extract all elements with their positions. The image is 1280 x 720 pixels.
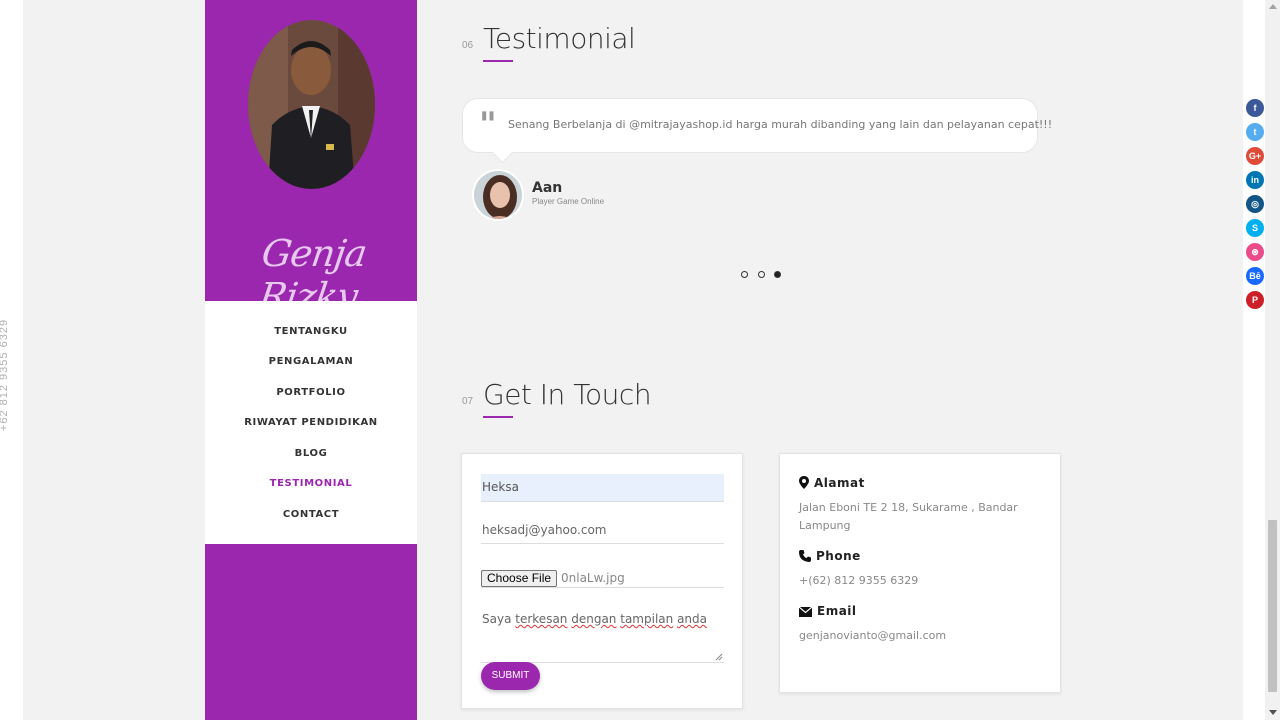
message-word: tampilan [620, 612, 674, 626]
email-heading: Email [798, 604, 857, 618]
profile-photo [248, 20, 375, 189]
section-number: 06 [462, 40, 474, 51]
nav-item-riwayat-pendidikan[interactable]: RIWAYAT PENDIDIKAN [205, 417, 417, 428]
carousel-dot-3[interactable] [774, 271, 781, 278]
address-text: Jalan Eboni TE 2 18, Sukarame , Bandar L… [799, 501, 1018, 532]
testimonial-quote-box: " Senang Berbelanja di @mitrajayashop.id… [462, 98, 1052, 153]
contact-form: Heksa heksadj@yahoo.com Choose File 0nla… [461, 453, 743, 709]
google-plus-icon[interactable]: G+ [1246, 147, 1264, 165]
nav-item-pengalaman[interactable]: PENGALAMAN [205, 356, 417, 367]
testimonial-author: Aan [532, 180, 563, 196]
phone-heading: Phone [799, 549, 861, 563]
envelope-icon [798, 606, 813, 617]
file-name: 0nlaLw.jpg [561, 571, 625, 585]
section-underline [483, 60, 513, 62]
dribbble-icon[interactable]: ⊛ [1246, 243, 1264, 261]
skype-icon[interactable]: S [1246, 219, 1264, 237]
scroll-up-arrow-icon[interactable] [1269, 4, 1277, 9]
twitter-icon[interactable]: t [1246, 123, 1264, 141]
address-heading: Alamat [799, 476, 865, 490]
message-word: dengan [571, 612, 617, 626]
sidebar: Genja Rizky TENTANGKU PENGALAMAN PORTFOL… [205, 0, 417, 720]
phone-label: Phone [816, 549, 861, 563]
map-marker-icon [799, 476, 809, 489]
nav-item-portfolio[interactable]: PORTFOLIO [205, 387, 417, 398]
email-input[interactable]: heksadj@yahoo.com [481, 518, 724, 544]
submit-button[interactable]: SUBMIT [481, 662, 540, 690]
scroll-thumb[interactable] [1268, 520, 1277, 692]
testimonial-avatar [472, 169, 524, 221]
phone-icon [799, 550, 811, 562]
testimonial-role: Player Game Online [532, 197, 605, 206]
section-title-testimonial: Testimonial [483, 22, 636, 55]
choose-file-button[interactable]: Choose File [481, 570, 558, 587]
carousel-dot-2[interactable] [758, 271, 765, 278]
message-word: Saya [482, 612, 512, 626]
page-scrollbar[interactable] [1265, 0, 1280, 720]
address-label: Alamat [814, 476, 865, 490]
section-title-contact: Get In Touch [483, 378, 652, 411]
main-nav: TENTANGKU PENGALAMAN PORTFOLIO RIWAYAT P… [205, 301, 417, 544]
nav-item-tentangku[interactable]: TENTANGKU [205, 326, 417, 337]
profile-header: Genja Rizky [205, 0, 417, 318]
nav-item-contact[interactable]: CONTACT [205, 509, 417, 520]
contact-info-card: Alamat Jalan Eboni TE 2 18, Sukarame , B… [779, 453, 1061, 693]
instagram-icon[interactable]: ◎ [1246, 195, 1264, 213]
testimonial-quote: Senang Berbelanja di @mitrajayashop.id h… [508, 118, 1053, 131]
email-label: Email [817, 604, 857, 618]
email-text: genjanovianto@gmail.com [799, 629, 947, 642]
pinterest-icon[interactable]: P [1246, 291, 1264, 309]
vertical-phone-number: +62 812 9355 6329 [0, 318, 10, 432]
scroll-down-arrow-icon[interactable] [1269, 710, 1277, 715]
message-word: anda [677, 612, 708, 626]
section-underline [483, 416, 513, 418]
linkedin-icon[interactable]: in [1246, 171, 1264, 189]
facebook-icon[interactable]: f [1246, 99, 1264, 117]
nav-item-blog[interactable]: BLOG [205, 448, 417, 459]
section-number: 07 [462, 396, 474, 407]
quote-mark-icon: " [479, 105, 497, 145]
carousel-dot-1[interactable] [741, 271, 748, 278]
name-input[interactable]: Heksa [481, 474, 724, 502]
file-input: Choose File 0nlaLw.jpg [481, 566, 724, 588]
phone-text: +(62) 812 9355 6329 [799, 574, 919, 587]
message-word: terkesan [515, 612, 568, 626]
message-textarea[interactable]: Saya terkesan dengan tampilan anda [481, 608, 724, 663]
nav-item-testimonial[interactable]: TESTIMONIAL [205, 478, 417, 489]
resize-handle-icon[interactable] [715, 653, 723, 661]
behance-icon[interactable]: Bē [1246, 267, 1264, 285]
